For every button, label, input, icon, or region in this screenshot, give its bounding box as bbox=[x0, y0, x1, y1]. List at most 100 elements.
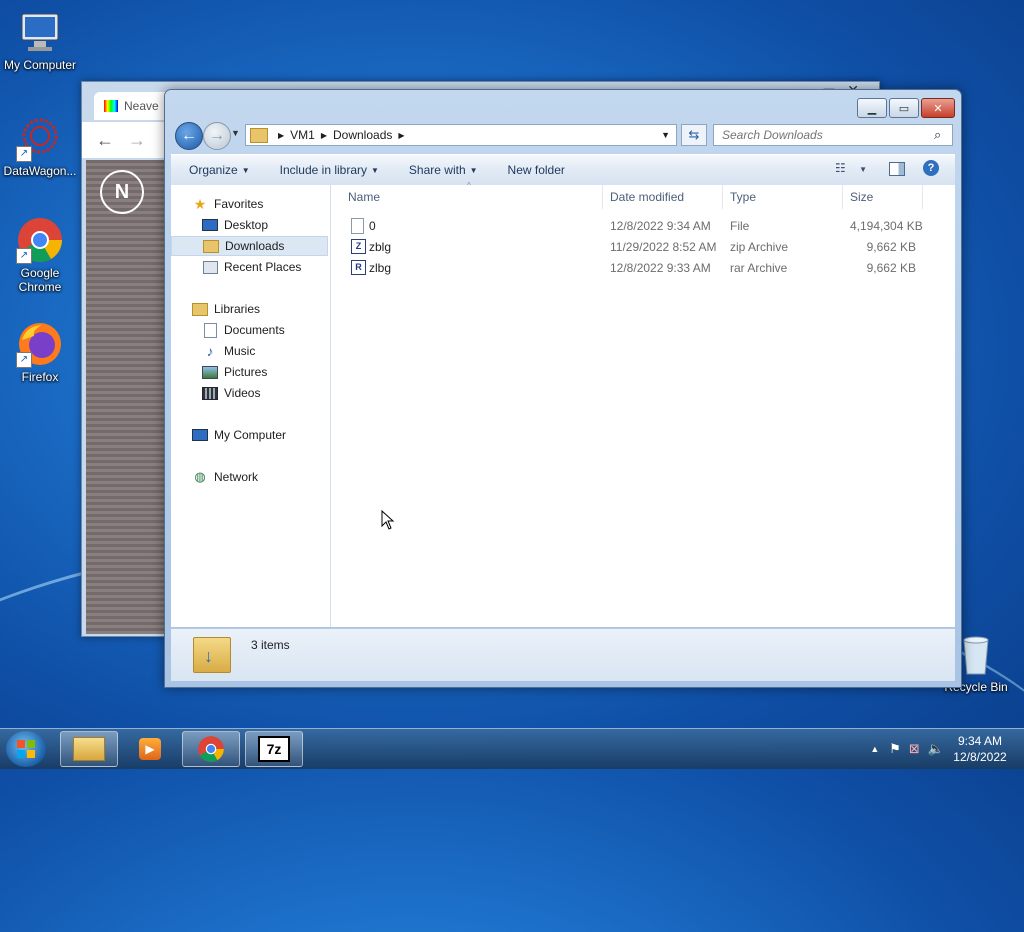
network-disconnected-icon[interactable]: ⊠ bbox=[909, 741, 920, 757]
7zip-icon: 7z bbox=[258, 736, 290, 762]
desktop-icon-my-computer[interactable]: My Computer bbox=[0, 8, 80, 72]
breadcrumb-separator-icon: ▶ bbox=[398, 130, 405, 140]
column-header-type[interactable]: Type bbox=[723, 185, 843, 209]
file-type: zip Archive bbox=[730, 240, 789, 254]
file-type: rar Archive bbox=[730, 261, 788, 275]
computer-icon bbox=[16, 8, 64, 56]
desktop-icon-datawagon[interactable]: ↗ DataWagon... bbox=[0, 114, 80, 178]
nav-favorites[interactable]: ★ Favorites bbox=[171, 194, 349, 214]
nav-libraries[interactable]: Libraries bbox=[171, 299, 349, 319]
desktop-icon-label: Google Chrome bbox=[18, 266, 62, 294]
file-date: 12/8/2022 9:34 AM bbox=[610, 219, 711, 233]
column-header-size[interactable]: Size bbox=[843, 185, 923, 209]
music-note-icon: ♪ bbox=[206, 343, 214, 359]
forward-arrow-icon[interactable]: → bbox=[128, 130, 146, 151]
help-button[interactable]: ? bbox=[923, 160, 939, 176]
nav-downloads[interactable]: Downloads bbox=[171, 236, 328, 256]
windows-logo-icon bbox=[17, 740, 35, 758]
file-date: 11/29/2022 8:52 AM bbox=[610, 240, 717, 254]
refresh-button[interactable]: ⇆ bbox=[681, 124, 707, 146]
mouse-cursor-icon bbox=[381, 510, 395, 530]
shortcut-arrow-icon: ↗ bbox=[16, 352, 32, 368]
file-row[interactable]: R zlbg 12/8/2022 9:33 AM rar Archive 9,6… bbox=[331, 258, 951, 279]
desktop-icon-google-chrome[interactable]: ↗ Google Chrome bbox=[0, 216, 80, 294]
star-icon: ★ bbox=[193, 195, 207, 212]
file-type: File bbox=[730, 219, 750, 233]
file-size: 4,194,304 KB bbox=[850, 219, 923, 233]
file-name: 0 bbox=[369, 219, 376, 233]
file-row[interactable]: Z zblg 11/29/2022 8:52 AM zip Archive 9,… bbox=[331, 237, 951, 258]
videos-film-icon bbox=[202, 386, 218, 400]
address-bar[interactable]: ▶ VM1 ▶ Downloads ▶ ▼ bbox=[245, 124, 677, 146]
search-icon[interactable]: ⌕ bbox=[934, 127, 941, 143]
nav-my-computer[interactable]: My Computer bbox=[171, 425, 349, 445]
action-center-flag-icon[interactable]: ⚑ bbox=[889, 741, 901, 757]
breadcrumb-separator-icon: ▶ bbox=[278, 130, 285, 140]
navigation-pane: ★ Favorites Desktop Downloads Recent Plac… bbox=[171, 185, 331, 627]
media-player-icon: ▶ bbox=[139, 738, 161, 760]
column-header-name[interactable]: Name ^ bbox=[331, 181, 603, 209]
details-pane: ↓ 3 items bbox=[171, 628, 955, 681]
file-name: zlbg bbox=[369, 261, 392, 275]
organize-button[interactable]: Organize ▼ bbox=[180, 163, 259, 177]
back-arrow-icon[interactable]: ← bbox=[96, 130, 114, 151]
taskbar-media-player[interactable]: ▶ bbox=[121, 731, 179, 767]
command-bar: Organize ▼ Include in library ▼ Share with… bbox=[171, 154, 955, 186]
item-count: 3 items bbox=[251, 638, 290, 652]
downloads-folder-icon bbox=[203, 239, 219, 253]
share-with-button[interactable]: Share with ▼ bbox=[400, 163, 487, 177]
taskbar: ▶ 7z ▲ ⚑ ⊠ 🔈 9:34 AM 12/8/2022 bbox=[0, 728, 1024, 769]
blank-file-icon bbox=[351, 218, 364, 234]
search-input[interactable] bbox=[720, 127, 934, 143]
clock-time: 9:34 AM bbox=[957, 734, 1003, 748]
volume-speaker-icon[interactable]: 🔈 bbox=[928, 741, 944, 757]
back-button[interactable]: ← bbox=[175, 122, 203, 150]
recent-pages-dropdown-icon[interactable]: ▼ bbox=[231, 128, 240, 138]
shortcut-arrow-icon: ↗ bbox=[16, 146, 32, 162]
taskbar-explorer[interactable] bbox=[60, 731, 118, 767]
taskbar-7zip[interactable]: 7z bbox=[245, 731, 303, 767]
computer-icon bbox=[192, 428, 208, 442]
network-globe-icon: ◍ bbox=[194, 469, 206, 484]
file-list-pane: Name ^ Date modified Type Size 0 12/8/20… bbox=[331, 181, 955, 627]
address-history-dropdown-icon[interactable]: ▼ bbox=[661, 130, 670, 140]
documents-icon bbox=[202, 322, 218, 338]
desktop-icon-label: My Computer bbox=[3, 58, 77, 72]
breadcrumb-downloads[interactable]: Downloads bbox=[333, 128, 392, 142]
include-in-library-button[interactable]: Include in library ▼ bbox=[271, 163, 388, 177]
show-hidden-icons-icon[interactable]: ▲ bbox=[870, 744, 879, 754]
file-size: 9,662 KB bbox=[866, 240, 916, 254]
close-button[interactable]: ✕ bbox=[921, 98, 955, 118]
start-button[interactable] bbox=[6, 731, 46, 767]
desktop-icon-label: DataWagon... bbox=[3, 164, 77, 178]
new-folder-button[interactable]: New folder bbox=[499, 163, 574, 177]
recent-places-icon bbox=[202, 260, 218, 274]
datawagon-icon: ↗ bbox=[16, 114, 64, 162]
clock[interactable]: 9:34 AM 12/8/2022 bbox=[950, 733, 1010, 765]
nav-network[interactable]: ◍ Network bbox=[171, 467, 349, 487]
desktop-icon-firefox[interactable]: ↗ Firefox bbox=[0, 320, 80, 384]
browser-tab-title: Neave bbox=[124, 99, 159, 113]
clock-date: 12/8/2022 bbox=[953, 750, 1007, 764]
folder-icon bbox=[73, 737, 105, 761]
explorer-window[interactable]: ▁ ▭ ✕ ← → ▼ ▶ VM1 ▶ Downloads ▶ ▼ ⇆ ⌕ Or… bbox=[164, 89, 962, 688]
breadcrumb-separator-icon: ▶ bbox=[320, 130, 327, 140]
breadcrumb-vm1[interactable]: VM1 bbox=[290, 128, 315, 142]
file-size: 9,662 KB bbox=[866, 261, 916, 275]
taskbar-chrome[interactable] bbox=[182, 731, 240, 767]
forward-button[interactable]: → bbox=[203, 122, 231, 150]
maximize-button[interactable]: ▭ bbox=[889, 98, 919, 118]
zip-archive-icon: Z bbox=[351, 239, 366, 254]
preview-pane-button[interactable] bbox=[889, 162, 905, 176]
column-header-date-modified[interactable]: Date modified bbox=[603, 185, 723, 209]
browser-page-content: N bbox=[86, 160, 176, 634]
tv-test-pattern-icon bbox=[104, 100, 118, 112]
search-box[interactable]: ⌕ bbox=[713, 124, 953, 146]
sort-ascending-icon: ^ bbox=[467, 181, 471, 190]
file-row[interactable]: 0 12/8/2022 9:34 AM File 4,194,304 KB bbox=[331, 216, 951, 237]
desktop-icon bbox=[202, 218, 218, 232]
folder-download-icon bbox=[250, 127, 268, 143]
change-view-button[interactable]: ☷ ▼ bbox=[835, 161, 867, 175]
libraries-icon bbox=[192, 302, 208, 316]
minimize-button[interactable]: ▁ bbox=[857, 98, 887, 118]
